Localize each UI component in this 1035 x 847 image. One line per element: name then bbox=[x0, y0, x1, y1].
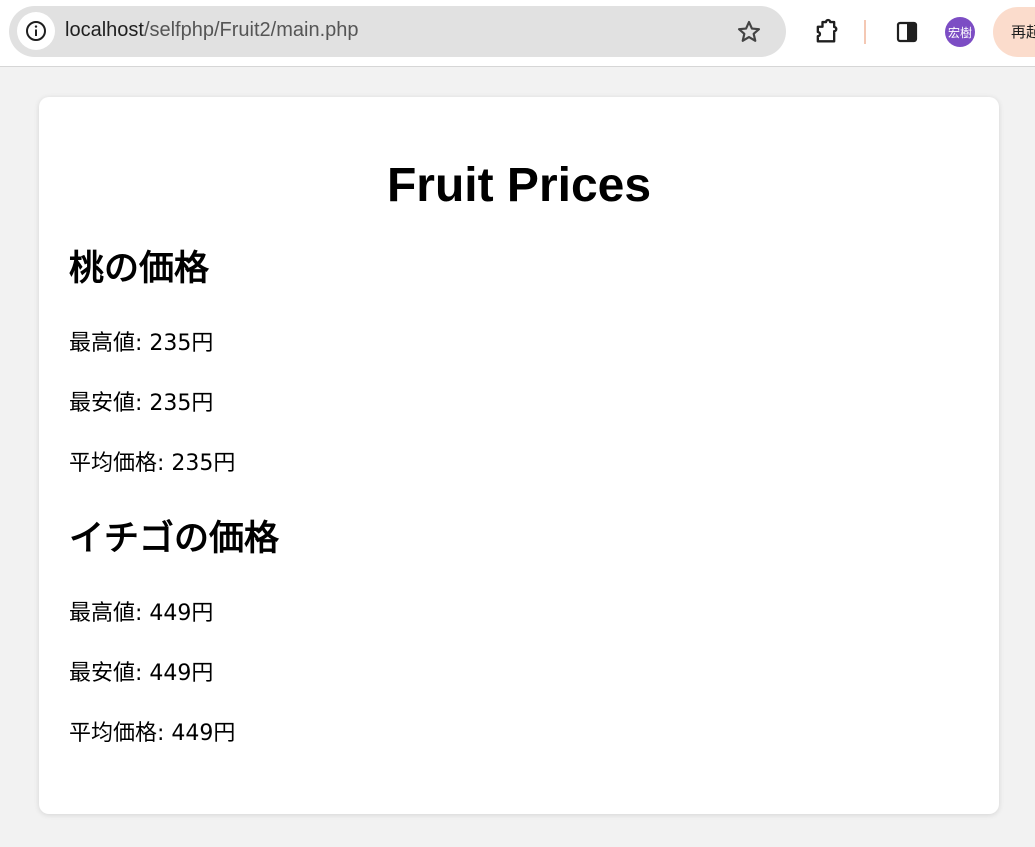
url-text[interactable]: localhost/selfphp/Fruit2/main.php bbox=[65, 19, 359, 42]
peach-avg-price: 平均価格: 235円 bbox=[69, 451, 236, 476]
strawberry-max-price: 最高値: 449円 bbox=[69, 601, 214, 626]
section-heading-peach: 桃の価格 bbox=[69, 249, 210, 289]
strawberry-avg-price: 平均価格: 449円 bbox=[69, 721, 236, 746]
side-panel-icon[interactable] bbox=[893, 18, 921, 46]
profile-avatar[interactable]: 宏樹 bbox=[945, 17, 975, 47]
peach-max-price: 最高値: 235円 bbox=[69, 331, 214, 356]
content-card: Fruit Prices 桃の価格 最高値: 235円 最安値: 235円 平均… bbox=[39, 97, 999, 814]
section-heading-strawberry: イチゴの価格 bbox=[69, 519, 280, 559]
url-path: /selfphp/Fruit2/main.php bbox=[143, 19, 359, 41]
star-icon[interactable] bbox=[735, 18, 763, 46]
peach-min-price: 最安値: 235円 bbox=[69, 391, 214, 416]
browser-toolbar: localhost/selfphp/Fruit2/main.php 宏樹 再起動 bbox=[0, 0, 1035, 67]
address-bar[interactable]: localhost/selfphp/Fruit2/main.php bbox=[9, 6, 786, 57]
extensions-icon[interactable] bbox=[811, 17, 841, 47]
toolbar-separator bbox=[864, 20, 866, 44]
info-icon[interactable] bbox=[17, 12, 55, 50]
strawberry-min-price: 最安値: 449円 bbox=[69, 661, 214, 686]
page-title: Fruit Prices bbox=[386, 159, 652, 212]
url-host: localhost bbox=[65, 19, 144, 41]
relaunch-button[interactable]: 再起動 bbox=[993, 7, 1035, 57]
